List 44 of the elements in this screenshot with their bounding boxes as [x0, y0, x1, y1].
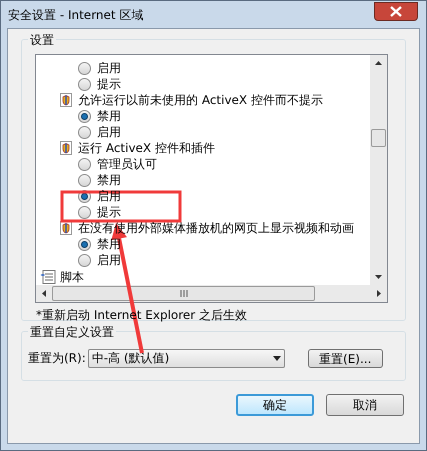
radio-button[interactable] — [78, 206, 91, 218]
radio-button[interactable] — [78, 62, 91, 74]
option-label: 提示 — [97, 204, 121, 221]
close-button[interactable] — [374, 2, 418, 21]
document-shield-icon — [60, 141, 72, 155]
setting-label: 运行 ActiveX 控件和插件 — [78, 140, 215, 157]
setting-label: 在没有使用外部媒体播放机的网页上显示视频和动画 — [78, 220, 354, 237]
radio-button[interactable] — [78, 238, 91, 250]
level-dropdown[interactable]: 中-高 (默认值) — [88, 348, 285, 368]
option-label: 禁用 — [97, 172, 121, 189]
radio-button[interactable] — [78, 110, 91, 122]
radio-button[interactable] — [78, 158, 91, 170]
option-label: 启用 — [97, 252, 121, 269]
right-arrow-icon — [377, 290, 381, 297]
grip-icon — [180, 290, 188, 297]
document-shield-icon — [60, 221, 72, 235]
caret-icon — [272, 356, 281, 360]
vertical-scrollbar[interactable] — [370, 55, 387, 285]
cancel-button[interactable]: 取消 — [326, 394, 404, 416]
option-label: 管理员认可 — [97, 156, 157, 173]
horizontal-scrollbar[interactable] — [36, 285, 387, 302]
document-shield-icon — [60, 93, 72, 107]
radio-button[interactable] — [78, 126, 91, 138]
close-icon — [390, 6, 402, 17]
dropdown-value: 中-高 (默认值) — [92, 350, 170, 367]
option-label: 启用 — [97, 188, 121, 205]
radio-button[interactable] — [78, 78, 91, 90]
script-icon — [40, 270, 56, 284]
reset-button[interactable]: 重置(E)... — [308, 348, 383, 368]
category-label: 脚本 — [60, 269, 84, 285]
radio-button[interactable] — [78, 254, 91, 266]
option-label: 启用 — [97, 60, 121, 77]
scroll-thumb[interactable] — [371, 129, 386, 147]
reset-label: 重置为(R): — [28, 350, 86, 367]
setting-label: 允许运行以前未使用的 ActiveX 控件而不提示 — [78, 92, 323, 109]
option-label: 提示 — [97, 76, 121, 93]
scroll-thumb[interactable] — [52, 286, 315, 301]
left-arrow-icon — [42, 290, 46, 297]
option-label: 启用 — [97, 124, 121, 141]
window-title: 安全设置 - Internet 区域 — [8, 6, 144, 24]
ok-button[interactable]: 确定 — [236, 394, 314, 416]
group-title: 重置自定义设置 — [28, 323, 116, 341]
radio-button[interactable] — [78, 174, 91, 186]
option-label: 禁用 — [97, 108, 121, 125]
